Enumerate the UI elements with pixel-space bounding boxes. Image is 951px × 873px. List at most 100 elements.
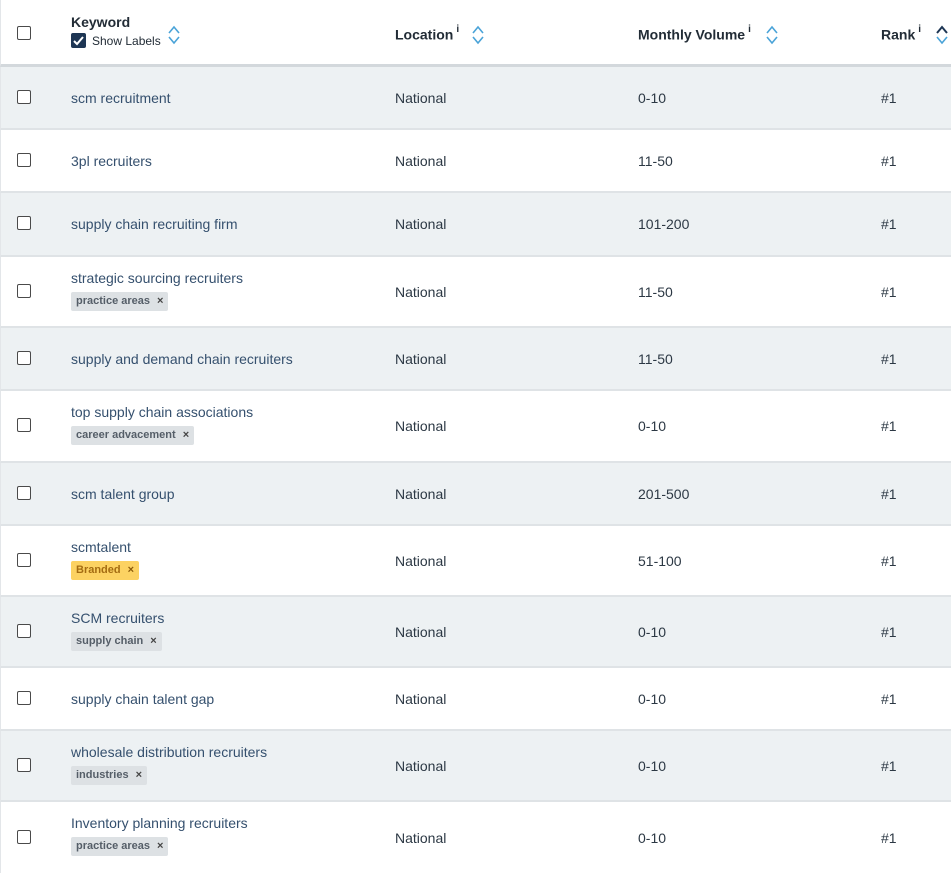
row-checkbox[interactable] — [17, 829, 31, 844]
keyword-sort-icon[interactable] — [167, 24, 181, 46]
volume-cell: 101-200 — [638, 216, 690, 232]
table-row[interactable]: wholesale distribution recruiters indust… — [0, 731, 951, 802]
keyword-link[interactable]: top supply chain associations — [71, 403, 253, 421]
volume-info-icon[interactable]: i — [748, 24, 751, 35]
location-cell: National — [395, 152, 447, 169]
tag-label: industries — [76, 769, 129, 781]
rank-cell: #1 — [881, 690, 897, 707]
rank-cell: #1 — [881, 283, 897, 300]
volume-cell: 11-50 — [638, 350, 673, 367]
tag-label: Branded — [76, 564, 121, 576]
keyword-link[interactable]: supply and demand chain recruiters — [71, 350, 293, 368]
select-all-checkbox[interactable] — [17, 26, 31, 40]
location-column-header: Location i — [395, 24, 459, 43]
keyword-tag: practice areas × — [71, 292, 169, 311]
keyword-tag: practice areas × — [71, 837, 169, 856]
rank-cell: #1 — [881, 350, 897, 367]
row-checkbox[interactable] — [17, 690, 31, 705]
tag-label: practice areas — [76, 840, 150, 852]
keyword-tag: supply chain × — [71, 632, 162, 651]
show-labels-checkbox[interactable] — [71, 33, 86, 48]
show-labels-toggle[interactable]: Show Labels — [71, 33, 161, 48]
row-checkbox[interactable] — [17, 485, 31, 500]
rank-column-header: Rank i — [881, 24, 921, 43]
keyword-link[interactable]: 3pl recruiters — [71, 152, 152, 170]
volume-sort-icon[interactable] — [765, 24, 779, 46]
close-icon[interactable]: × — [157, 295, 163, 307]
tag-label: supply chain — [76, 635, 144, 647]
keyword-link[interactable]: supply chain recruiting firm — [71, 215, 238, 233]
keyword-link[interactable]: supply chain talent gap — [71, 690, 214, 708]
keyword-tag: industries × — [71, 766, 148, 785]
table-row[interactable]: supply chain recruiting firm National 10… — [0, 193, 951, 257]
table-row[interactable]: scmtalent Branded × National 51-100 #1 — [0, 526, 951, 597]
volume-cell: 0-10 — [638, 418, 667, 434]
table-row[interactable]: top supply chain associations career adv… — [0, 391, 951, 463]
location-cell: National — [395, 829, 447, 846]
keyword-tag: career advacement × — [71, 426, 195, 445]
location-info-icon[interactable]: i — [456, 24, 459, 35]
location-cell: National — [395, 89, 447, 106]
close-icon[interactable]: × — [183, 429, 189, 441]
keyword-link[interactable]: scm talent group — [71, 485, 175, 503]
rank-cell: #1 — [881, 152, 897, 169]
location-cell: National — [395, 350, 447, 367]
keyword-link[interactable]: SCM recruiters — [71, 609, 164, 627]
close-icon[interactable]: × — [150, 635, 156, 647]
rank-cell: #1 — [881, 552, 897, 569]
table-header: Keyword Show Labels Location i Monthly Vo… — [0, 0, 951, 67]
table-row[interactable]: Inventory planning recruiters practice a… — [0, 802, 951, 873]
rank-cell: #1 — [881, 829, 897, 846]
keyword-link[interactable]: strategic sourcing recruiters — [71, 269, 243, 287]
rank-info-icon[interactable]: i — [918, 24, 921, 35]
branded-tag: Branded × — [71, 561, 140, 580]
table-row[interactable]: 3pl recruiters National 11-50 #1 — [0, 130, 951, 193]
location-cell: National — [395, 690, 447, 707]
location-header-label: Location — [395, 26, 454, 43]
row-checkbox[interactable] — [17, 418, 31, 432]
rank-cell: #1 — [881, 418, 897, 434]
keyword-column-header: Keyword Show Labels — [71, 14, 161, 48]
tag-label: practice areas — [76, 295, 150, 307]
keyword-table: Keyword Show Labels Location i Monthly Vo… — [0, 0, 951, 873]
location-cell: National — [395, 216, 447, 232]
keyword-link[interactable]: scmtalent — [71, 538, 131, 556]
rank-cell: #1 — [881, 216, 897, 232]
rank-cell: #1 — [881, 757, 897, 774]
row-checkbox[interactable] — [17, 152, 31, 167]
row-checkbox[interactable] — [17, 623, 31, 638]
table-row[interactable]: scm talent group National 201-500 #1 — [0, 463, 951, 526]
rank-cell: #1 — [881, 485, 897, 502]
table-row[interactable]: SCM recruiters supply chain × National 0-… — [0, 597, 951, 668]
rank-cell: #1 — [881, 623, 897, 640]
keyword-link[interactable]: wholesale distribution recruiters — [71, 743, 267, 761]
keyword-header-label: Keyword — [71, 14, 131, 30]
row-checkbox[interactable] — [17, 552, 31, 567]
keyword-link[interactable]: Inventory planning recruiters — [71, 814, 248, 832]
keyword-link[interactable]: scm recruitment — [71, 89, 171, 107]
row-checkbox[interactable] — [17, 89, 31, 104]
table-row[interactable]: supply and demand chain recruiters Natio… — [0, 328, 951, 391]
table-row[interactable]: strategic sourcing recruiters practice a… — [0, 257, 951, 328]
volume-column-header: Monthly Volume i — [638, 24, 751, 43]
row-checkbox[interactable] — [17, 350, 31, 365]
close-icon[interactable]: × — [157, 840, 163, 852]
row-checkbox[interactable] — [17, 283, 31, 298]
tag-label: career advacement — [76, 429, 176, 441]
table-row[interactable]: supply chain talent gap National 0-10 #1 — [0, 668, 951, 731]
volume-cell: 0-10 — [638, 623, 667, 640]
close-icon[interactable]: × — [128, 564, 134, 576]
volume-cell: 0-10 — [638, 757, 667, 774]
location-cell: National — [395, 757, 447, 774]
volume-cell: 11-50 — [638, 283, 673, 300]
volume-cell: 0-10 — [638, 829, 667, 846]
location-sort-icon[interactable] — [471, 24, 485, 46]
volume-cell: 201-500 — [638, 485, 690, 502]
close-icon[interactable]: × — [136, 769, 142, 781]
table-row[interactable]: scm recruitment National 0-10 #1 — [0, 67, 951, 130]
check-icon — [73, 35, 84, 45]
location-cell: National — [395, 283, 447, 300]
row-checkbox[interactable] — [17, 216, 31, 230]
row-checkbox[interactable] — [17, 757, 31, 772]
rank-sort-icon[interactable] — [935, 24, 949, 46]
